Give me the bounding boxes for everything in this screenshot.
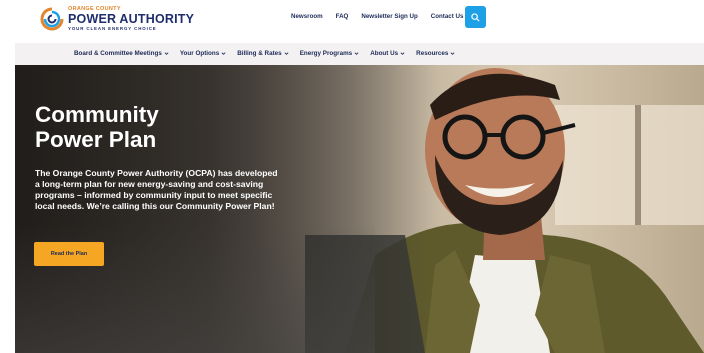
logo-tagline: YOUR CLEAN ENERGY CHOICE — [68, 25, 157, 31]
hero-title-line2: Power Plan — [35, 127, 157, 153]
nav-label: Energy Programs — [299, 50, 353, 57]
newsletter-signup-link[interactable]: Newsletter Sign Up — [361, 13, 417, 20]
logo-line2: POWER AUTHORITY — [68, 12, 195, 27]
search-icon — [471, 12, 480, 22]
faq-link[interactable]: FAQ — [336, 13, 349, 20]
contact-us-link[interactable]: Contact Us — [431, 13, 464, 20]
main-nav: Board & Committee Meetings Your Options … — [15, 43, 704, 65]
chevron-down-icon — [450, 52, 455, 55]
chevron-down-icon — [221, 52, 226, 55]
nav-label: Resources — [416, 50, 449, 57]
chevron-down-icon — [354, 52, 359, 55]
chevron-down-icon — [400, 52, 405, 55]
nav-energy-programs[interactable]: Energy Programs — [300, 50, 360, 57]
nav-your-options[interactable]: Your Options — [180, 50, 226, 57]
chevron-down-icon — [284, 52, 289, 55]
logo-icon — [40, 7, 64, 31]
utility-nav: Newsroom FAQ Newsletter Sign Up Contact … — [291, 13, 476, 20]
newsroom-link[interactable]: Newsroom — [291, 13, 323, 20]
nav-about-us[interactable]: About Us — [370, 50, 405, 57]
hero-description: The Orange County Power Authority (OCPA)… — [35, 168, 278, 211]
hero-title: Community Power Plan — [35, 102, 255, 152]
hero-title-line1: Community — [35, 102, 159, 127]
top-bar: ORANGE COUNTY POWER AUTHORITY YOUR CLEAN… — [0, 0, 704, 38]
chevron-down-icon — [164, 52, 169, 55]
search-button[interactable] — [465, 6, 486, 28]
nav-billing-rates[interactable]: Billing & Rates — [237, 50, 289, 57]
read-the-plan-button[interactable]: Read the Plan — [34, 242, 104, 266]
nav-label: About Us — [370, 50, 399, 57]
hero-banner: Community Power Plan The Orange County P… — [15, 65, 704, 353]
site-logo[interactable]: ORANGE COUNTY POWER AUTHORITY YOUR CLEAN… — [40, 5, 194, 33]
nav-label: Board & Committee Meetings — [74, 50, 162, 57]
nav-label: Billing & Rates — [237, 50, 282, 57]
nav-board-committee-meetings[interactable]: Board & Committee Meetings — [74, 50, 169, 57]
nav-resources[interactable]: Resources — [416, 50, 455, 57]
nav-label: Your Options — [179, 50, 220, 57]
